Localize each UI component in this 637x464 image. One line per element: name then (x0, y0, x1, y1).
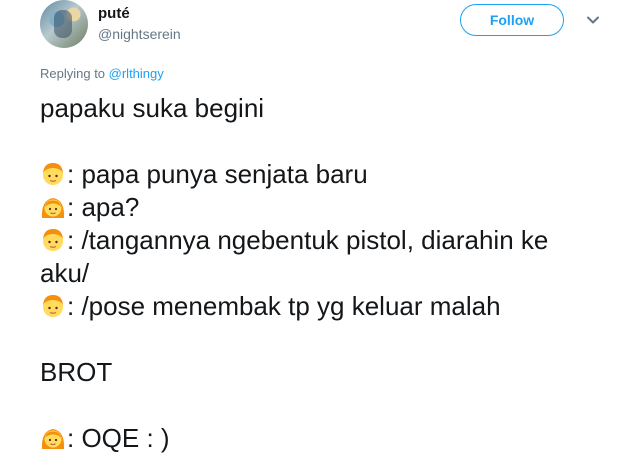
tweet-text: papaku suka begini : papa punya senjata … (40, 92, 620, 455)
tweet-line: papaku suka begini (40, 93, 265, 123)
tweet-line: : apa? (40, 191, 620, 224)
tweet-line-text: : /pose menembak tp yg keluar malah (67, 291, 501, 321)
person-blond-hair-emoji (43, 295, 63, 317)
tweet-line: : papa punya senjata baru (40, 158, 620, 191)
tweet-line: : OQE : ) (40, 422, 620, 455)
display-name[interactable]: puté (98, 5, 130, 22)
reply-mention-link[interactable]: @rlthingy (109, 66, 164, 81)
tweet-line: : /pose menembak tp yg keluar malah (40, 290, 620, 323)
follow-button[interactable]: Follow (460, 4, 564, 36)
tweet-line: : /tangannya ngebentuk pistol, diarahin … (40, 224, 620, 257)
chevron-down-icon[interactable] (584, 11, 602, 29)
replying-to: Replying to @rlthingy (40, 66, 164, 81)
girl-emoji (41, 429, 65, 449)
avatar[interactable] (40, 0, 88, 48)
replying-to-label: Replying to (40, 66, 109, 81)
tweet-header: puté @nightserein Follow (40, 0, 637, 48)
tweet-line: aku/ (40, 258, 90, 288)
tweet-line-text: : apa? (67, 192, 140, 222)
person-blond-hair-emoji (43, 229, 63, 251)
tweet-line: BROT (40, 357, 113, 387)
girl-emoji (41, 198, 65, 218)
tweet-line-text: : OQE : ) (67, 423, 170, 453)
tweet-line-text: : papa punya senjata baru (67, 159, 368, 189)
user-handle[interactable]: @nightserein (98, 26, 181, 42)
tweet-line-text: : /tangannya ngebentuk pistol, diarahin … (67, 225, 549, 255)
person-blond-hair-emoji (43, 163, 63, 185)
